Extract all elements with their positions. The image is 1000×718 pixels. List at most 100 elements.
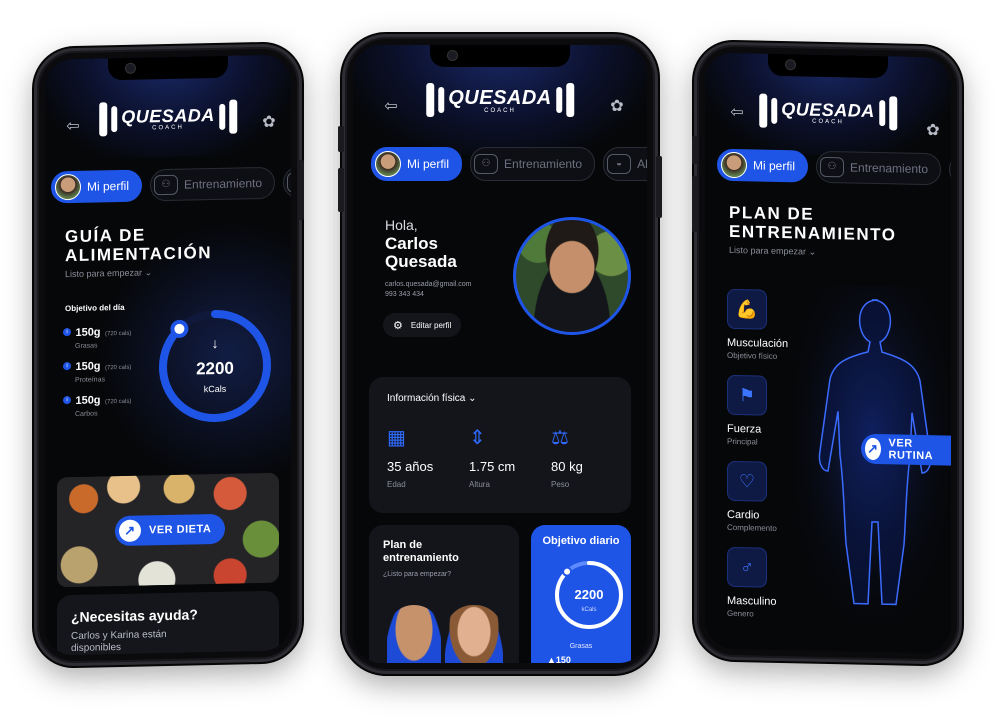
feature-sub: Complemento (727, 522, 777, 533)
daily-value: 2200 (575, 587, 604, 602)
info-title-text: Información física (387, 393, 466, 404)
notch (768, 53, 888, 79)
feature-sub: Objetivo físico (727, 350, 778, 361)
tab-label: Entrenamiento (184, 176, 263, 192)
edit-profile-button[interactable]: ⚙ Editar perfil (383, 313, 462, 337)
feature-item[interactable]: ♂ Masculino Genero (727, 546, 777, 619)
macro-amount: 150g (75, 326, 101, 339)
macro-item: i 150g (720 cals) Carbos (63, 389, 153, 418)
arrow-up-right-icon: ↗ (865, 437, 881, 461)
daily-title: Objetivo diario (542, 535, 620, 547)
last-name: Quesada (385, 252, 457, 271)
subtitle-text: Listo para empezar (65, 267, 143, 280)
tab-profile[interactable]: Mi perfil (51, 169, 143, 204)
tab-diet[interactable]: ◒ Ali (603, 147, 647, 181)
center-phone: ⇦ QUESADA COACH ✿ Mi perfil ⚇ Entrenamient… (342, 34, 658, 674)
brand-logo: QUESADA COACH (759, 93, 897, 131)
barbell-plate-icon (426, 83, 435, 117)
info-icon: i (63, 395, 71, 404)
macro-kcal: (720 cals) (104, 364, 132, 372)
kcal-ring: ↓ 2200 kCals (159, 310, 271, 423)
tab-label: Entrenamiento (504, 157, 583, 171)
stat-item: ⚖ 80 kg Peso (551, 425, 621, 489)
avatar (721, 151, 747, 179)
feature-item[interactable]: ♡ Cardio Complemento (727, 460, 777, 533)
side-button (338, 168, 344, 212)
subtitle[interactable]: Listo para empezar ⌄ (729, 245, 816, 258)
macro-kcal: (720 cals) (104, 330, 132, 338)
tab-profile[interactable]: Mi perfil (717, 148, 809, 183)
tab-training[interactable]: ⚇ Entrenamiento (816, 150, 942, 186)
diet-section: GUÍA DE ALIMENTACIÓN Listo para empezar … (45, 204, 291, 480)
feature-sub: Principal (727, 436, 758, 447)
tab-label: Entrenamiento (850, 160, 929, 177)
daily-fat-label: Grasas (569, 643, 593, 650)
training-plan-card[interactable]: Plan de entrenamiento ¿Listo para empeza… (369, 525, 519, 663)
help-card[interactable]: ¿Necesitas ayuda? Carlos y Karina están … (57, 590, 279, 656)
email: carlos.quesada@gmail.com (385, 281, 472, 288)
avatar (375, 151, 401, 177)
arrow-up-right-icon: ↗ (119, 519, 141, 543)
logout-icon[interactable]: ⇦ (381, 97, 401, 117)
food-icon: ◒ (607, 154, 632, 174)
dumbbell-icon: ⚇ (154, 174, 179, 196)
tab-training[interactable]: ⚇ Entrenamiento (470, 147, 596, 181)
tab-diet[interactable]: ◒Ali (283, 165, 291, 199)
stat-value: 35 años (387, 459, 434, 474)
info-title[interactable]: Información física ⌄ (387, 393, 477, 404)
coach-photo-female (445, 605, 503, 663)
brand-tag: COACH (812, 118, 844, 125)
macro-amount: 150g (75, 360, 101, 373)
info-icon: i (63, 361, 71, 370)
support-icon[interactable]: ✿ (607, 97, 627, 117)
info-icon: i (63, 327, 71, 336)
feature-item[interactable]: ⚑ Fuerza Principal (727, 374, 767, 447)
side-button (338, 126, 344, 152)
logout-icon[interactable]: ⇦ (63, 117, 83, 137)
brand-tag: COACH (152, 124, 184, 131)
tab-bar: Mi perfil ⚇ Entrenamiento ◒Ali (717, 148, 951, 187)
subtitle[interactable]: Listo para empezar ⌄ (65, 267, 152, 280)
ver-dieta-button[interactable]: ↗ VER DIETA (115, 513, 226, 547)
side-button (692, 136, 698, 164)
daily-fat-value: ▲150 (547, 655, 571, 663)
stat-label: Altura (469, 480, 490, 489)
tab-label: Mi perfil (407, 157, 450, 171)
subtitle-text: Listo para empezar (729, 244, 807, 257)
stat-label: Edad (387, 480, 406, 489)
calendar-icon: ▦ (387, 427, 406, 449)
feature-sub: Genero (727, 608, 754, 619)
side-button (298, 160, 304, 220)
brand-logo: QUESADA COACH (99, 99, 237, 137)
avatar (55, 173, 81, 201)
brand-name: QUESADA (448, 86, 552, 109)
barbell-plate-icon (555, 87, 562, 113)
support-icon[interactable]: ✿ (923, 121, 943, 141)
barbell-plate-icon (218, 103, 225, 130)
brand-text: QUESADA COACH (448, 87, 552, 114)
gear-icon: ⚙ (393, 319, 403, 332)
macro-kcal: (720 cals) (104, 398, 132, 406)
tab-profile[interactable]: Mi perfil (371, 147, 463, 181)
dumbbell-icon: ⚇ (820, 156, 845, 178)
tab-bar: Mi perfil ⚇Entrenamiento ◒ Ali (371, 147, 647, 181)
left-screen: ⇦ QUESADA COACH ✿ Mi perfil ⚇ Entrenamient… (45, 54, 291, 656)
food-image: ↗ VER DIETA (57, 472, 279, 588)
barbell-plate-icon (438, 87, 445, 113)
coach-photo-male (387, 605, 441, 663)
ring-knob (170, 319, 189, 338)
daily-goal-card[interactable]: Objetivo diario 2200 kCals Grasas ▲150 (531, 525, 631, 663)
tab-label: Ali (637, 157, 647, 171)
tab-training[interactable]: ⚇ Entrenamiento (150, 166, 276, 202)
logout-icon[interactable]: ⇦ (727, 103, 747, 123)
user-name: Carlos Quesada (385, 235, 457, 271)
first-name: Carlos (385, 234, 438, 253)
ver-rutina-button[interactable]: ↗ VER RUTINA (861, 433, 951, 466)
stat-value: 1.75 cm (469, 459, 516, 474)
feature-item[interactable]: 💪 Musculación Objetivo físico (727, 288, 788, 361)
ring-value: 2200 (196, 359, 234, 379)
barbell-plate-icon (99, 102, 108, 137)
side-button (692, 176, 698, 232)
tab-diet[interactable]: ◒Ali (949, 153, 951, 187)
support-icon[interactable]: ✿ (259, 113, 279, 133)
